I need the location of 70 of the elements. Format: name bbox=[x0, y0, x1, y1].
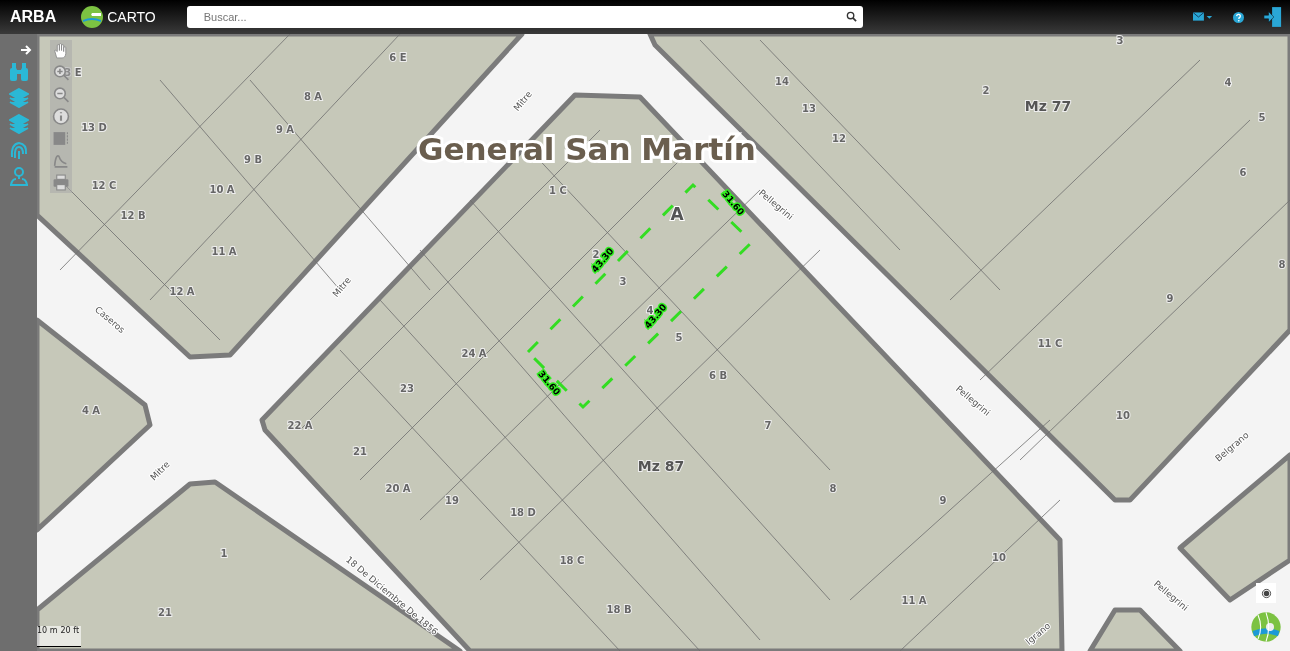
lot-label: 4 bbox=[1224, 77, 1232, 88]
search-icon[interactable] bbox=[845, 11, 857, 22]
search-field[interactable]: Buscar... bbox=[186, 6, 863, 28]
brand-logo[interactable]: ARBA bbox=[10, 8, 57, 26]
lot-label: 12 B bbox=[120, 210, 146, 221]
lot-label: 21 bbox=[158, 607, 172, 618]
globe-logo-icon bbox=[1250, 611, 1282, 643]
lot-label: 8 A bbox=[303, 91, 323, 102]
lot-label: 6 B bbox=[708, 370, 728, 381]
lot-label: 14 bbox=[775, 76, 789, 87]
lot-label: 18 C bbox=[559, 555, 585, 566]
parcel-label: A bbox=[670, 204, 684, 224]
mail-icon[interactable] bbox=[1193, 11, 1213, 23]
logo-text: CARTO bbox=[107, 9, 156, 25]
locate-button[interactable] bbox=[1256, 583, 1276, 603]
binoculars-icon[interactable] bbox=[8, 62, 29, 82]
fingerprint-icon[interactable] bbox=[8, 140, 29, 160]
draw-line-icon[interactable] bbox=[52, 152, 70, 169]
lot-label: 12 C bbox=[91, 180, 117, 191]
lot-label: 24 A bbox=[461, 348, 487, 359]
lot-label: 13 D bbox=[81, 122, 107, 133]
lot-label: 5 bbox=[675, 332, 683, 343]
lot-label: 12 bbox=[832, 133, 846, 144]
lot-label: 5 bbox=[1258, 112, 1266, 123]
lot-label: 3 bbox=[619, 276, 627, 287]
lot-label: 13 bbox=[802, 103, 816, 114]
lot-label: 8 bbox=[1278, 259, 1286, 270]
exit-icon[interactable] bbox=[1264, 7, 1282, 27]
lot-label: 20 A bbox=[385, 483, 411, 494]
user-location-icon[interactable] bbox=[8, 166, 29, 186]
lot-label: 11 A bbox=[211, 246, 237, 257]
lot-label: 3 bbox=[1116, 35, 1124, 46]
layers-icon[interactable] bbox=[8, 114, 29, 134]
lot-label: 9 A bbox=[275, 124, 295, 135]
lot-label: 10 bbox=[992, 552, 1006, 563]
lot-label: 2 bbox=[982, 85, 990, 96]
zoom-out-icon[interactable] bbox=[52, 86, 70, 103]
target-icon bbox=[1260, 587, 1272, 599]
layers-icon[interactable] bbox=[8, 88, 29, 108]
lot-label: 22 A bbox=[287, 420, 313, 431]
lot-label: 8 bbox=[829, 483, 837, 494]
lot-label: 7 bbox=[764, 420, 772, 431]
lot-label: 10 A bbox=[209, 184, 235, 195]
lot-label: 21 bbox=[353, 446, 367, 457]
lot-label: 6 bbox=[1239, 167, 1247, 178]
block-label: Mz 87 bbox=[637, 458, 685, 474]
info-icon[interactable] bbox=[52, 108, 70, 125]
arrow-right-icon[interactable] bbox=[19, 44, 32, 56]
lot-label: 6 E bbox=[389, 52, 407, 63]
lot-label: 4 A bbox=[81, 405, 101, 416]
lot-label: 11 C bbox=[1037, 338, 1063, 349]
lot-label: 9 bbox=[1166, 293, 1174, 304]
lot-label: 12 A bbox=[169, 286, 195, 297]
block-label: Mz 77 bbox=[1024, 98, 1072, 114]
lot-label: 18 B bbox=[606, 604, 632, 615]
zoom-in-icon[interactable] bbox=[52, 64, 70, 81]
lot-label: 9 bbox=[939, 495, 947, 506]
lot-label: 11 A bbox=[901, 595, 927, 606]
lot-label: 10 bbox=[1116, 410, 1130, 421]
lot-label: 19 bbox=[445, 495, 459, 506]
lot-label: 18 D bbox=[510, 507, 536, 518]
scale-label: 20 ft bbox=[60, 626, 80, 636]
scale-label: 10 m bbox=[37, 626, 58, 636]
lot-label: 1 bbox=[220, 548, 228, 559]
lot-label: 9 B bbox=[243, 154, 263, 165]
lot-label: 1 C bbox=[549, 185, 567, 196]
help-icon[interactable] bbox=[1233, 11, 1244, 23]
print-icon[interactable] bbox=[52, 174, 70, 191]
lot-label: 23 bbox=[400, 383, 414, 394]
globe-logo-icon bbox=[80, 5, 105, 29]
